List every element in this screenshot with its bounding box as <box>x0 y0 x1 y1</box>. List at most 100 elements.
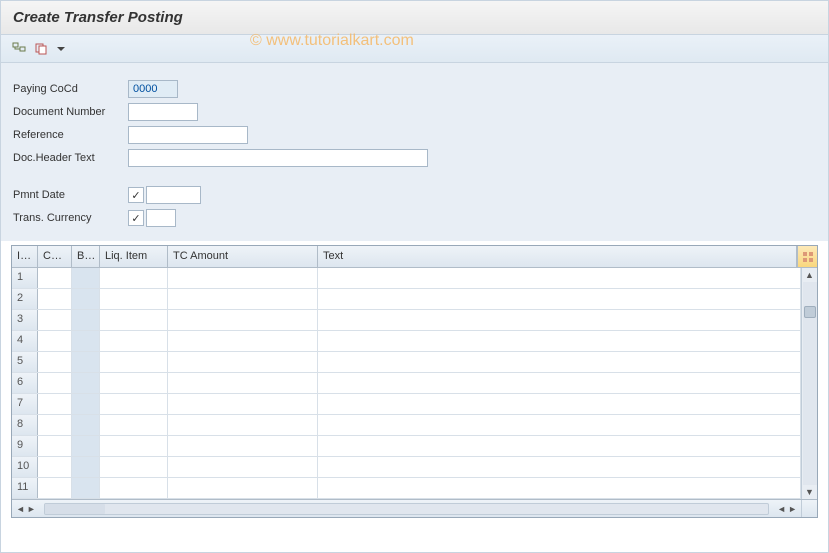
cell-cocd[interactable] <box>38 436 72 456</box>
cell-liq[interactable] <box>100 457 168 477</box>
table-row[interactable]: 6 <box>12 373 801 394</box>
col-header-cocd[interactable]: CoCd <box>38 246 72 267</box>
row-number[interactable]: 9 <box>12 436 38 456</box>
cell-tc[interactable] <box>168 436 318 456</box>
cell-text[interactable] <box>318 394 801 414</box>
cell-bu[interactable] <box>72 478 100 498</box>
cell-cocd[interactable] <box>38 394 72 414</box>
cell-text[interactable] <box>318 268 801 288</box>
cell-text[interactable] <box>318 289 801 309</box>
row-number[interactable]: 8 <box>12 415 38 435</box>
table-row[interactable]: 7 <box>12 394 801 415</box>
row-number[interactable]: 5 <box>12 352 38 372</box>
checkbox-pmnt-date[interactable]: ✓ <box>128 187 144 203</box>
cell-cocd[interactable] <box>38 457 72 477</box>
cell-text[interactable] <box>318 310 801 330</box>
table-row[interactable]: 9 <box>12 436 801 457</box>
cell-tc[interactable] <box>168 394 318 414</box>
table-row[interactable]: 10 <box>12 457 801 478</box>
cell-cocd[interactable] <box>38 331 72 351</box>
cell-tc[interactable] <box>168 268 318 288</box>
dropdown-icon[interactable] <box>55 41 67 57</box>
cell-bu[interactable] <box>72 436 100 456</box>
grid-config-button[interactable] <box>797 246 817 267</box>
cell-liq[interactable] <box>100 478 168 498</box>
cell-tc[interactable] <box>168 310 318 330</box>
scroll-up-icon[interactable]: ▲ <box>803 268 817 282</box>
cell-cocd[interactable] <box>38 352 72 372</box>
scroll-right-end-icon[interactable]: ► <box>788 504 797 514</box>
input-reference[interactable] <box>128 126 248 144</box>
cell-liq[interactable] <box>100 310 168 330</box>
input-doc-header-text[interactable] <box>128 149 428 167</box>
cell-liq[interactable] <box>100 436 168 456</box>
copy-icon[interactable] <box>33 41 49 57</box>
table-row[interactable]: 4 <box>12 331 801 352</box>
table-row[interactable]: 5 <box>12 352 801 373</box>
col-header-liq[interactable]: Liq. Item <box>100 246 168 267</box>
scroll-right-icon[interactable]: ► <box>27 504 36 514</box>
cell-liq[interactable] <box>100 394 168 414</box>
table-row[interactable]: 11 <box>12 478 801 499</box>
cell-liq[interactable] <box>100 373 168 393</box>
cell-text[interactable] <box>318 331 801 351</box>
checkbox-trans-currency[interactable]: ✓ <box>128 210 144 226</box>
input-document-number[interactable] <box>128 103 198 121</box>
row-number[interactable]: 11 <box>12 478 38 498</box>
scroll-thumb-horizontal[interactable] <box>45 504 105 514</box>
scroll-left-icon[interactable]: ◄ <box>16 504 25 514</box>
cell-liq[interactable] <box>100 352 168 372</box>
table-row[interactable]: 2 <box>12 289 801 310</box>
col-header-tc[interactable]: TC Amount <box>168 246 318 267</box>
cell-tc[interactable] <box>168 289 318 309</box>
cell-cocd[interactable] <box>38 289 72 309</box>
table-row[interactable]: 1 <box>12 268 801 289</box>
cell-liq[interactable] <box>100 289 168 309</box>
scroll-left-end-icon[interactable]: ◄ <box>777 504 786 514</box>
row-number[interactable]: 7 <box>12 394 38 414</box>
input-paying-cocd[interactable] <box>128 80 178 98</box>
cell-liq[interactable] <box>100 415 168 435</box>
row-number[interactable]: 10 <box>12 457 38 477</box>
cell-liq[interactable] <box>100 331 168 351</box>
cell-bu[interactable] <box>72 394 100 414</box>
input-pmnt-date[interactable] <box>146 186 201 204</box>
cell-bu[interactable] <box>72 289 100 309</box>
cell-bu[interactable] <box>72 268 100 288</box>
cell-tc[interactable] <box>168 331 318 351</box>
cell-bu[interactable] <box>72 352 100 372</box>
cell-text[interactable] <box>318 415 801 435</box>
col-header-bu[interactable]: Bu... <box>72 246 100 267</box>
row-number[interactable]: 1 <box>12 268 38 288</box>
row-number[interactable]: 6 <box>12 373 38 393</box>
cell-bu[interactable] <box>72 415 100 435</box>
col-header-itm[interactable]: Itm <box>12 246 38 267</box>
cell-liq[interactable] <box>100 268 168 288</box>
cell-tc[interactable] <box>168 373 318 393</box>
cell-cocd[interactable] <box>38 310 72 330</box>
table-row[interactable]: 8 <box>12 415 801 436</box>
table-row[interactable]: 3 <box>12 310 801 331</box>
cell-text[interactable] <box>318 436 801 456</box>
scroll-thumb-vertical[interactable] <box>804 306 816 318</box>
cell-bu[interactable] <box>72 310 100 330</box>
col-header-text[interactable]: Text <box>318 246 797 267</box>
cell-text[interactable] <box>318 352 801 372</box>
cell-text[interactable] <box>318 373 801 393</box>
cell-tc[interactable] <box>168 457 318 477</box>
cell-cocd[interactable] <box>38 478 72 498</box>
input-trans-currency[interactable] <box>146 209 176 227</box>
cell-cocd[interactable] <box>38 373 72 393</box>
cell-cocd[interactable] <box>38 268 72 288</box>
cell-text[interactable] <box>318 457 801 477</box>
cell-cocd[interactable] <box>38 415 72 435</box>
cell-bu[interactable] <box>72 331 100 351</box>
row-number[interactable]: 2 <box>12 289 38 309</box>
cell-bu[interactable] <box>72 457 100 477</box>
tree-icon[interactable] <box>11 41 27 57</box>
cell-tc[interactable] <box>168 415 318 435</box>
cell-text[interactable] <box>318 478 801 498</box>
scroll-track-horizontal[interactable] <box>44 503 769 515</box>
cell-tc[interactable] <box>168 478 318 498</box>
row-number[interactable]: 3 <box>12 310 38 330</box>
